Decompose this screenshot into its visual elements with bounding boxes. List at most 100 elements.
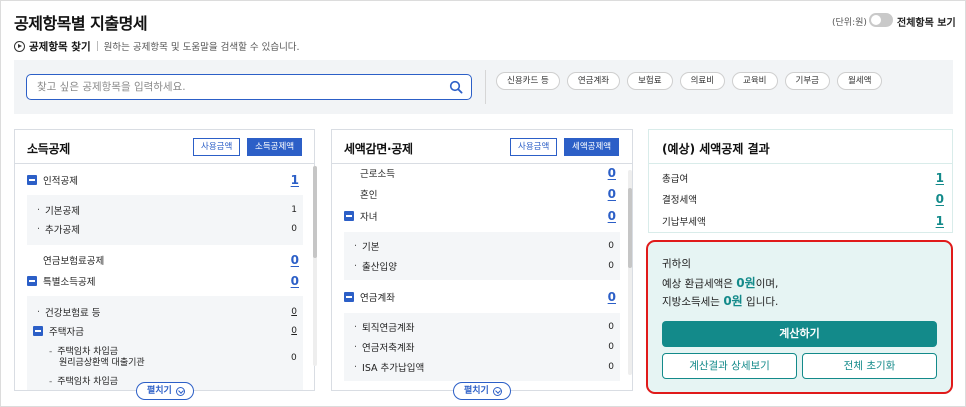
row-label: 연금계좌 bbox=[360, 293, 395, 304]
row-value[interactable]: 0 bbox=[608, 166, 616, 180]
refund-line-3: 지방소득세는 0원 입니다. bbox=[662, 292, 778, 309]
collapse-icon[interactable] bbox=[27, 276, 37, 286]
refund-line-2-prefix: 예상 환급세액은 bbox=[662, 278, 737, 290]
page-title: 공제항목별 지출명세 bbox=[14, 14, 148, 33]
row-label: 기본공제 bbox=[45, 206, 80, 217]
row-label: 인적공제 bbox=[43, 176, 78, 187]
row-child-basic: · 기본 0 bbox=[354, 240, 614, 254]
row-value[interactable]: 0 bbox=[608, 290, 616, 304]
row-health-insurance[interactable]: · 건강보험료 등 0 bbox=[37, 305, 297, 320]
unit-label: (단위:원) bbox=[832, 18, 867, 28]
chip-credit-card[interactable]: 신용카드 등 bbox=[496, 72, 560, 90]
tax-credit-panel: 세액감면·공제 사용금액 세액공제액 근로소득 0 혼인 0 자녀 0 · 기본 … bbox=[331, 129, 633, 400]
row-value[interactable]: 1 bbox=[291, 173, 299, 187]
row-value: 0 bbox=[608, 362, 614, 372]
chip-education[interactable]: 교육비 bbox=[732, 72, 778, 90]
row-value: 0 bbox=[608, 342, 614, 352]
collapse-icon[interactable] bbox=[344, 292, 354, 302]
collapse-icon[interactable] bbox=[344, 211, 354, 221]
row-value[interactable]: 0 bbox=[608, 209, 616, 223]
row-value[interactable]: 1 bbox=[936, 214, 944, 228]
row-value: 0 bbox=[608, 241, 614, 251]
chevron-down-icon bbox=[492, 386, 502, 396]
chip-insurance[interactable]: 보험료 bbox=[627, 72, 673, 90]
row-label: 연금저축계좌 bbox=[362, 343, 415, 354]
scrollbar-thumb[interactable] bbox=[628, 188, 632, 268]
row-pension-insurance[interactable]: 연금보험료공제 0 bbox=[43, 252, 299, 268]
loan2-label-text: 주택임차 차입금 bbox=[57, 377, 119, 386]
scrollbar[interactable] bbox=[313, 166, 317, 366]
row-birth-adoption: · 출산입양 0 bbox=[354, 260, 614, 274]
collapse-icon[interactable] bbox=[27, 175, 37, 185]
row-children[interactable]: 자녀 0 bbox=[344, 208, 616, 224]
row-label: 총급여 bbox=[662, 174, 689, 185]
usage-amount-button[interactable]: 사용금액 bbox=[193, 138, 241, 156]
row-basic: · 기본공제 1 bbox=[37, 204, 297, 218]
row-retirement-pension: · 퇴직연금계좌 0 bbox=[354, 321, 614, 335]
expand-button[interactable]: 펼치기 bbox=[136, 382, 194, 400]
chip-pension-account[interactable]: 연금계좌 bbox=[566, 72, 621, 90]
refund-line-2: 예상 환급세액은 0원이며, bbox=[662, 274, 778, 291]
quick-chips: 신용카드 등 연금계좌 보험료 의료비 교육비 기부금 월세액 bbox=[496, 72, 883, 90]
row-value[interactable]: 0 bbox=[936, 192, 944, 206]
search-icon[interactable] bbox=[449, 80, 463, 94]
show-all-toggle[interactable] bbox=[869, 13, 893, 27]
expand-label: 펼치기 bbox=[464, 386, 489, 396]
loan-value: 0 bbox=[291, 353, 297, 363]
panel-header: 세액감면·공제 사용금액 세액공제액 bbox=[332, 130, 632, 164]
row-additional: · 추가공제 0 bbox=[37, 223, 297, 237]
scrollbar[interactable] bbox=[628, 170, 632, 375]
row-personal[interactable]: 인적공제 1 bbox=[27, 172, 299, 188]
chip-donation[interactable]: 기부금 bbox=[784, 72, 830, 90]
row-pension-account[interactable]: 연금계좌 0 bbox=[344, 289, 616, 305]
refund-line-1: 귀하의 bbox=[662, 258, 691, 270]
row-value[interactable]: 0 bbox=[291, 274, 299, 288]
scrollbar-thumb[interactable] bbox=[313, 166, 317, 258]
chip-medical[interactable]: 의료비 bbox=[679, 72, 726, 90]
row-label: 근로소득 bbox=[360, 169, 395, 180]
toggle-knob bbox=[871, 15, 881, 25]
row-special[interactable]: 특별소득공제 0 bbox=[27, 273, 299, 289]
row-value: 0 bbox=[608, 322, 614, 332]
divider bbox=[485, 70, 486, 104]
loan-label-line1: 주택임차 차입금 bbox=[57, 347, 119, 357]
panel-header: 소득공제 사용금액 소득공제액 bbox=[15, 130, 314, 164]
expand-button[interactable]: 펼치기 bbox=[453, 382, 511, 400]
calculate-button[interactable]: 계산하기 bbox=[662, 321, 937, 347]
row-value[interactable]: 0 bbox=[291, 307, 297, 317]
refund-amount: 0원 bbox=[736, 276, 756, 290]
row-value[interactable]: 1 bbox=[936, 171, 944, 185]
play-circle-icon bbox=[14, 40, 25, 52]
row-label: 주택자금 bbox=[49, 327, 84, 338]
row-marriage[interactable]: 혼인 0 bbox=[360, 186, 616, 202]
find-deduction-title: 공제항목 찾기 bbox=[29, 40, 91, 53]
loan-label-line2: 원리금상환액 대출기관 bbox=[59, 358, 145, 368]
find-deduction-desc: 원하는 공제항목 및 도움말을 검색할 수 있습니다. bbox=[103, 42, 300, 53]
reset-all-button[interactable]: 전체 초기화 bbox=[802, 353, 937, 379]
row-pension-savings: · 연금저축계좌 0 bbox=[354, 341, 614, 355]
detail-result-button[interactable]: 계산결과 상세보기 bbox=[662, 353, 797, 379]
row-value[interactable]: 0 bbox=[291, 326, 297, 336]
result-row-prepaid-tax: 기납부세액 1 bbox=[662, 214, 944, 228]
usage-amount-button[interactable]: 사용금액 bbox=[510, 138, 558, 156]
row-label: 자녀 bbox=[360, 212, 378, 223]
row-label: 결정세액 bbox=[662, 195, 697, 206]
result-summary-panel: (예상) 세액공제 결과 총급여 1 결정세액 0 기납부세액 1 bbox=[648, 129, 953, 233]
search-box[interactable] bbox=[26, 74, 472, 100]
row-value[interactable]: 0 bbox=[291, 253, 299, 267]
search-input[interactable] bbox=[37, 79, 437, 95]
credit-amount-button[interactable]: 세액공제액 bbox=[564, 138, 620, 156]
row-label: 기본 bbox=[362, 242, 380, 253]
divider bbox=[96, 41, 98, 51]
refund-line-3-suffix: 입니다. bbox=[742, 296, 779, 308]
row-label: 추가공제 bbox=[45, 225, 80, 236]
deduction-amount-button[interactable]: 소득공제액 bbox=[247, 138, 303, 156]
chip-monthly-rent[interactable]: 월세액 bbox=[836, 72, 883, 90]
result-title: (예상) 세액공제 결과 bbox=[662, 142, 770, 156]
row-earned-income[interactable]: 근로소득 0 bbox=[360, 165, 616, 181]
chevron-down-icon bbox=[175, 386, 185, 396]
show-all-toggle-label[interactable]: 전체항목 보기 bbox=[897, 14, 956, 29]
row-housing[interactable]: 주택자금 0 bbox=[33, 324, 297, 338]
collapse-icon[interactable] bbox=[33, 326, 43, 336]
row-value[interactable]: 0 bbox=[608, 187, 616, 201]
